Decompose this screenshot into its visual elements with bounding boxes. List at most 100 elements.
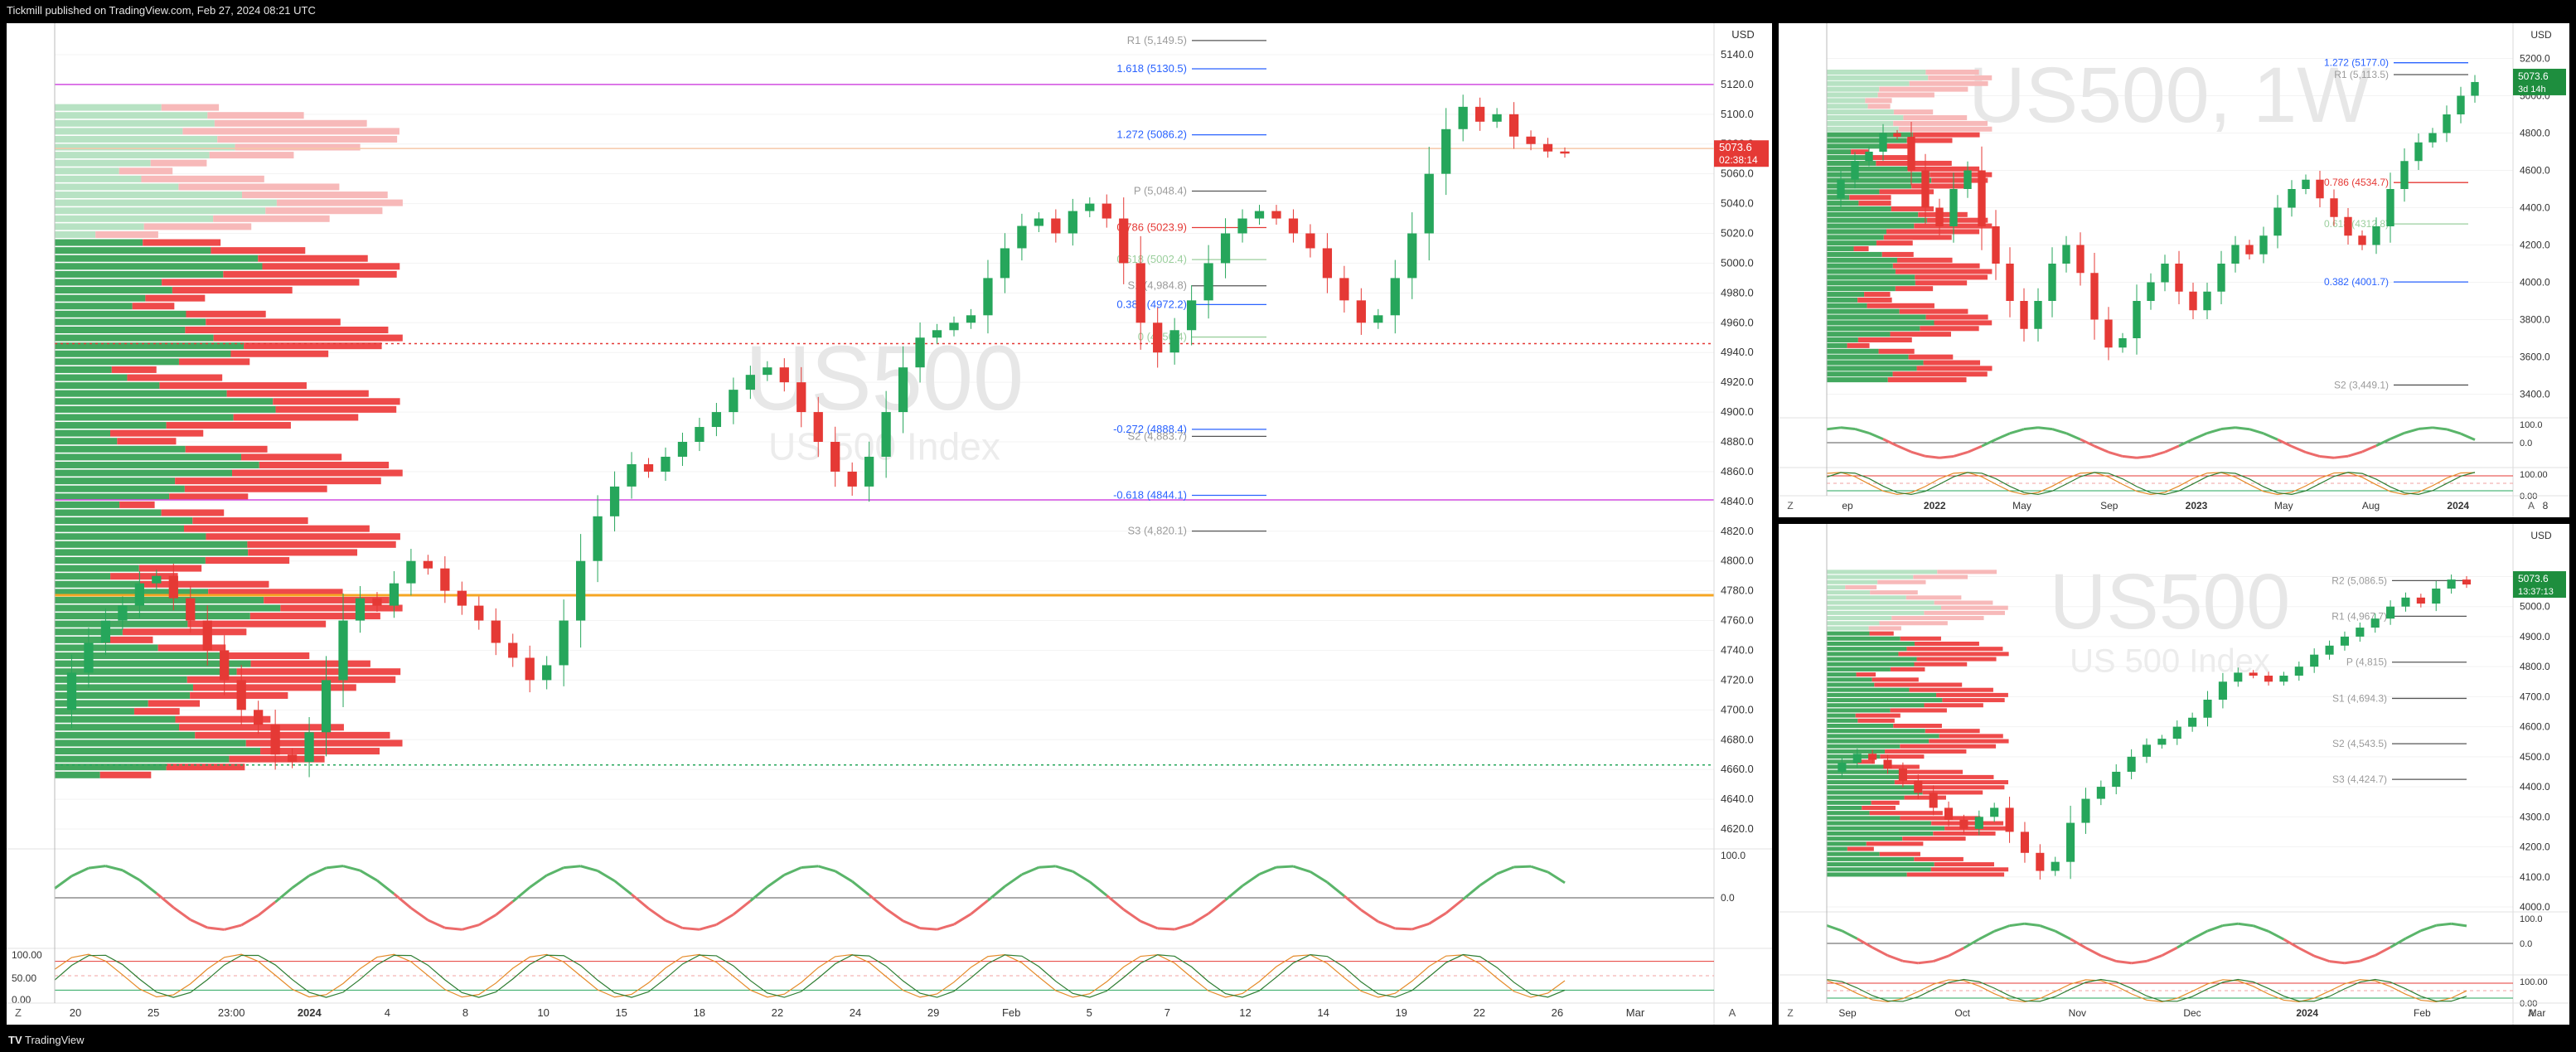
candle-body[interactable] (2048, 264, 2056, 301)
candle-body[interactable] (864, 456, 874, 487)
candle-body[interactable] (1851, 161, 1859, 180)
candle-body[interactable] (2443, 114, 2451, 133)
candle-body[interactable] (1237, 218, 1247, 234)
candle-body[interactable] (2218, 681, 2227, 701)
candle-body[interactable] (2172, 726, 2181, 739)
candle-body[interactable] (2471, 81, 2479, 96)
candle-body[interactable] (2273, 207, 2282, 236)
candle-body[interactable] (1424, 173, 1434, 234)
timezone-z-button[interactable]: Z (15, 1006, 22, 1019)
candle-body[interactable] (134, 583, 144, 606)
candle-body[interactable] (1407, 233, 1417, 279)
candle-body[interactable] (745, 375, 755, 390)
candle-body[interactable] (2400, 161, 2409, 189)
candle-body[interactable] (1085, 203, 1095, 211)
candle-body[interactable] (983, 278, 993, 316)
candle-body[interactable] (2020, 301, 2028, 329)
timezone-z-button[interactable]: Z (1787, 500, 1793, 511)
candle-body[interactable] (1153, 322, 1163, 353)
candle-body[interactable] (575, 560, 586, 621)
candle-body[interactable] (525, 657, 535, 681)
candle-body[interactable] (1526, 136, 1536, 144)
candle-body[interactable] (270, 725, 280, 755)
candle-body[interactable] (1935, 207, 1944, 227)
candle-body[interactable] (1000, 248, 1010, 279)
candle-body[interactable] (1034, 218, 1044, 226)
candle-body[interactable] (2175, 264, 2183, 292)
candle-body[interactable] (423, 560, 433, 569)
candle-body[interactable] (2370, 618, 2380, 628)
candle-body[interactable] (2264, 676, 2273, 682)
timezone-z-button[interactable]: Z (1787, 1007, 1793, 1019)
candle-body[interactable] (254, 710, 264, 725)
candle-body[interactable] (627, 463, 637, 487)
candle-body[interactable] (2036, 852, 2045, 871)
candle-body[interactable] (1898, 768, 1907, 781)
main-chart[interactable]: US500US 500 IndexR1 (5,149.5)1.618 (5130… (7, 23, 1772, 1025)
candle-body[interactable] (202, 620, 212, 651)
candle-body[interactable] (2161, 264, 2169, 283)
daily-chart-panel[interactable]: US500 US 500 Index R2 (5,086.5) R1 (4,967.7… (1779, 524, 2569, 1025)
candle-body[interactable] (2051, 861, 2060, 871)
candle-body[interactable] (2259, 235, 2268, 255)
candle-body[interactable] (2231, 245, 2239, 264)
candle-body[interactable] (1458, 106, 1468, 129)
candle-body[interactable] (186, 598, 196, 621)
candle-body[interactable] (2432, 588, 2441, 604)
candle-body[interactable] (220, 650, 230, 681)
candle-body[interactable] (2112, 771, 2121, 788)
candle-body[interactable] (1852, 754, 1862, 764)
candle-body[interactable] (542, 665, 552, 681)
candle-body[interactable] (559, 620, 569, 666)
candle-body[interactable] (1322, 248, 1333, 279)
candle-body[interactable] (508, 642, 518, 658)
candle-body[interactable] (2302, 179, 2310, 189)
candle-body[interactable] (2234, 672, 2243, 682)
candle-body[interactable] (2386, 189, 2394, 226)
candle-body[interactable] (661, 456, 671, 472)
candle-body[interactable] (389, 583, 399, 606)
candle-body[interactable] (593, 516, 603, 561)
weekly-chart-panel[interactable]: US500, 1W 1.272 (5177.0) R1 (5,113.5) 0.786… (1779, 23, 2569, 517)
candle-body[interactable] (1492, 114, 1502, 122)
candle-body[interactable] (2118, 338, 2127, 348)
candle-body[interactable] (643, 463, 654, 472)
candle-body[interactable] (1339, 278, 1349, 301)
candle-body[interactable] (2325, 645, 2334, 655)
candle-body[interactable] (711, 412, 722, 428)
weekly-chart[interactable]: US500, 1W1.272 (5177.0)R1 (5,113.5) 0.786… (1779, 23, 2569, 517)
candle-body[interactable] (457, 590, 467, 606)
candle-body[interactable] (2279, 676, 2288, 682)
candle-body[interactable] (1102, 203, 1111, 219)
candle-body[interactable] (1203, 263, 1213, 301)
candle-body[interactable] (2386, 606, 2395, 619)
auto-scale-button[interactable]: A (2528, 1007, 2535, 1019)
candle-body[interactable] (1914, 780, 1923, 793)
candle-body[interactable] (2428, 133, 2437, 143)
candle-body[interactable] (966, 315, 976, 323)
candle-body[interactable] (1929, 793, 1938, 808)
candle-body[interactable] (1186, 300, 1197, 331)
candle-body[interactable] (1017, 225, 1027, 249)
candle-body[interactable] (118, 605, 128, 621)
candle-body[interactable] (1220, 233, 1231, 264)
candle-body[interactable] (355, 598, 366, 621)
candle-body[interactable] (2372, 226, 2380, 245)
auto-scale-button[interactable]: A (1729, 1006, 1736, 1019)
candle-body[interactable] (609, 486, 620, 516)
candle-body[interactable] (2358, 235, 2366, 245)
candle-body[interactable] (1865, 152, 1873, 162)
candle-body[interactable] (2188, 717, 2197, 727)
tradingview-logo[interactable]: TV (8, 1028, 22, 1052)
candle-body[interactable] (440, 568, 450, 591)
candle-body[interactable] (2447, 579, 2456, 589)
candle-body[interactable] (949, 322, 959, 331)
candle-body[interactable] (1963, 170, 1972, 190)
candle-body[interactable] (100, 620, 111, 643)
candle-body[interactable] (1051, 218, 1061, 234)
candle-body[interactable] (2340, 636, 2350, 646)
candle-body[interactable] (66, 672, 77, 710)
candle-body[interactable] (1119, 218, 1129, 264)
candle-body[interactable] (2090, 273, 2099, 320)
candle-body[interactable] (2416, 597, 2425, 604)
